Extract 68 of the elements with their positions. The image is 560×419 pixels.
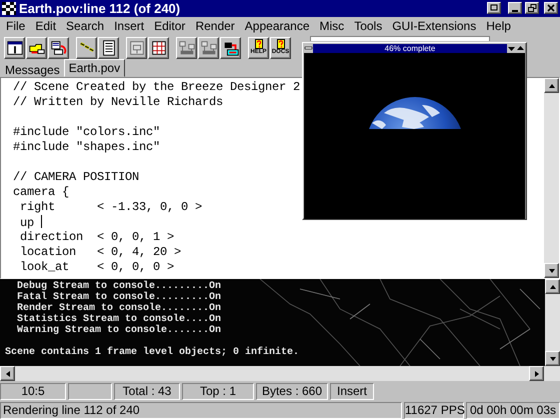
menu-item[interactable]: Edit — [30, 18, 62, 33]
document-arrow-icon — [50, 38, 68, 57]
list-button[interactable] — [98, 36, 119, 59]
vertical-scrollbar[interactable] — [544, 78, 559, 278]
code-line: // Written by Neville Richards — [13, 94, 224, 110]
menu-item[interactable]: Appearance — [240, 18, 315, 33]
render-status-message: Rendering line 112 of 240 — [0, 402, 402, 419]
network-icon — [200, 38, 218, 57]
tab[interactable]: Earth.pov — [64, 58, 126, 77]
code-line: location < 0, 4, 20 > — [19, 244, 182, 260]
code-line: right < -1.33, 0, 0 > — [19, 200, 204, 215]
scroll-up-button[interactable] — [545, 278, 560, 294]
maximize-button[interactable] — [516, 44, 525, 53]
menu-item[interactable]: Tools — [349, 18, 388, 33]
camera-button[interactable] — [220, 36, 241, 59]
code-line: up — [13, 214, 544, 230]
menu-item[interactable]: GUI-Extensions — [387, 18, 482, 33]
code-line: camera { — [13, 184, 70, 200]
code-line: direction < 0, 0, 1 > — [19, 230, 176, 245]
system-menu-button[interactable] — [304, 44, 313, 53]
code-line: look_at < 0, 0, 0 > — [19, 260, 176, 275]
folder-button[interactable] — [26, 36, 47, 59]
status-field: Total : 43 — [114, 383, 180, 400]
checkered-flag-icon — [2, 2, 16, 15]
scroll-left-button[interactable] — [0, 366, 15, 381]
screen-icon — [128, 38, 146, 57]
minimize-button[interactable] — [508, 2, 522, 14]
status-field: Bytes : 660 — [256, 383, 328, 400]
menu-item[interactable]: Help — [481, 18, 516, 33]
arrows-button[interactable] — [76, 36, 97, 59]
menu-item[interactable]: Insert — [109, 18, 150, 33]
window-button[interactable] — [4, 36, 25, 59]
pixels-per-second: 11627 PPS — [404, 402, 464, 419]
window-icon — [6, 38, 24, 57]
queue-button[interactable] — [48, 36, 69, 59]
grid-icon — [150, 38, 168, 57]
window-title: Earth.pov:line 112 (of 240) — [19, 0, 182, 16]
menu-item[interactable]: Render — [190, 18, 240, 33]
menu-item[interactable]: Editor — [149, 18, 190, 33]
elapsed-time: 0d 00h 00m 03s — [466, 402, 560, 419]
render-progress-title: 46% complete — [384, 44, 436, 53]
scroll-down-button[interactable] — [544, 262, 559, 278]
status-field: 10:5 — [0, 383, 66, 400]
extra-window-button[interactable] — [487, 2, 501, 14]
menu-item[interactable]: Search — [61, 18, 110, 33]
horizontal-scrollbar[interactable] — [0, 366, 560, 381]
code-line: // CAMERA POSITION — [13, 170, 140, 185]
empty-status-panel — [68, 383, 112, 400]
scroll-up-button[interactable] — [544, 78, 559, 93]
status-field: Insert — [330, 383, 374, 400]
code-line: // Scene Created by the Breeze Designer 2 — [13, 80, 302, 95]
close-button[interactable] — [544, 2, 558, 14]
restore-button[interactable] — [525, 2, 539, 14]
minimize-button[interactable] — [507, 44, 516, 53]
help-book-icon — [254, 39, 262, 50]
combo-field[interactable] — [310, 36, 490, 41]
status-field: Top : 1 — [182, 383, 254, 400]
menu-item[interactable]: Misc — [314, 18, 350, 33]
menu-item[interactable]: File — [1, 18, 30, 33]
network-icon — [178, 38, 196, 57]
code-line: #include "shapes.inc" — [13, 140, 162, 155]
scroll-down-button[interactable] — [545, 350, 560, 366]
grid-button[interactable] — [148, 36, 169, 59]
vertical-scrollbar[interactable] — [545, 278, 560, 366]
scroll-right-button[interactable] — [529, 366, 544, 381]
help-book-icon — [276, 39, 284, 50]
code-line: #include "colors.inc" — [13, 124, 162, 140]
tab[interactable]: Messages — [1, 62, 64, 77]
